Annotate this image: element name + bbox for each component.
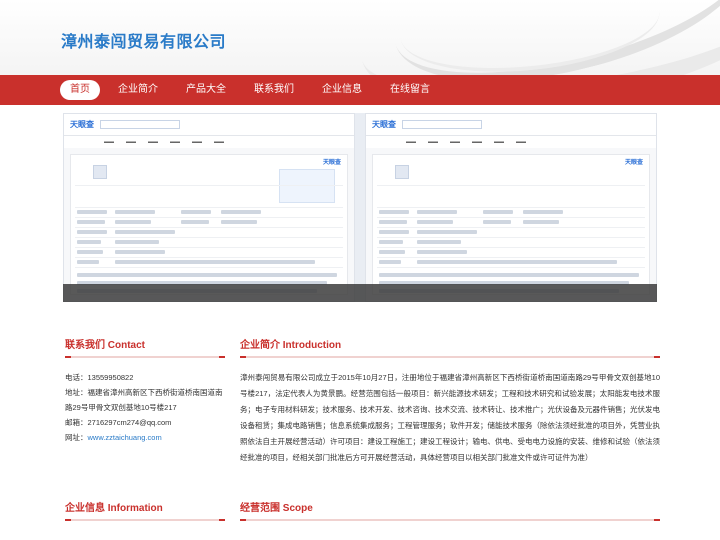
contact-heading: 联系我们 Contact — [65, 336, 225, 356]
screenshot-logo: 天眼查 — [70, 120, 94, 129]
screenshot-logo: 天眼查 — [372, 120, 396, 129]
info-heading-en: Information — [107, 503, 163, 514]
nav-item-contact[interactable]: 联系我们 — [244, 80, 304, 100]
screenshot-card: 天眼查 — [70, 154, 348, 295]
nav-item-home[interactable]: 首页 — [60, 80, 100, 100]
company-record-screenshot: 天眼查 ▬▬ ▬▬ ▬▬ ▬▬ ▬▬ ▬▬ 天眼查 — [63, 113, 355, 302]
contact-phone: 电话：13559950822 — [65, 373, 134, 382]
contact-heading-en: Contact — [107, 340, 146, 351]
info-heading: 企业信息 Information — [65, 499, 225, 519]
section-divider — [240, 356, 660, 358]
contact-website-label: 网址： — [65, 433, 88, 442]
screenshot-avatar — [395, 165, 409, 179]
contact-address: 地址：福建省漳州高新区下西桥街道桥南国道南路29号甲骨文双创基地10号楼217 — [65, 388, 223, 412]
screenshot-badge: 天眼查 — [624, 160, 643, 166]
nav-item-message[interactable]: 在线留言 — [380, 80, 440, 100]
screenshot-tabs: ▬▬ ▬▬ ▬▬ ▬▬ ▬▬ ▬▬ — [64, 136, 354, 148]
company-record-screenshot: 天眼查 ▬▬ ▬▬ ▬▬ ▬▬ ▬▬ ▬▬ 天眼查 — [365, 113, 657, 302]
screenshot-avatar — [93, 165, 107, 179]
nav-item-intro[interactable]: 企业简介 — [108, 80, 168, 100]
site-header: 漳州泰闯贸易有限公司 — [0, 0, 720, 75]
banner-image: 天眼查 ▬▬ ▬▬ ▬▬ ▬▬ ▬▬ ▬▬ 天眼查 天眼查 ▬▬ ▬▬ ▬▬ ▬… — [63, 113, 657, 302]
scope-heading: 经营范围 Scope — [240, 499, 660, 519]
intro-heading-en: Introduction — [282, 340, 342, 351]
section-divider — [240, 519, 660, 521]
screenshot-badge: 天眼查 — [322, 160, 341, 166]
info-heading-cn: 企业信息 — [65, 503, 105, 514]
main-nav: 首页 企业简介 产品大全 联系我们 企业信息 在线留言 — [0, 75, 720, 105]
nav-item-products[interactable]: 产品大全 — [176, 80, 236, 100]
section-divider — [65, 356, 225, 358]
contact-website-link[interactable]: www.zztaichuang.com — [88, 433, 162, 442]
screenshot-topbar: 天眼查 — [64, 114, 354, 136]
scope-heading-en: Scope — [282, 503, 313, 514]
contact-heading-cn: 联系我们 — [65, 340, 105, 351]
site-title[interactable]: 漳州泰闯贸易有限公司 — [61, 28, 226, 52]
intro-text: 漳州泰闯贸易有限公司成立于2015年10月27日，注册地位于福建省漳州高新区下西… — [240, 373, 660, 462]
info-section: 企业信息 Information — [65, 499, 225, 533]
scope-section: 经营范围 Scope — [240, 499, 660, 533]
contact-email: 邮箱：2716297cm274@qq.com — [65, 418, 172, 427]
contact-website-row: 网址：www.zztaichuang.com — [65, 430, 225, 445]
intro-section: 企业简介 Introduction 漳州泰闯贸易有限公司成立于2015年10月2… — [240, 336, 660, 466]
screenshot-graph — [279, 169, 335, 203]
intro-heading: 企业简介 Introduction — [240, 336, 660, 356]
screenshot-topbar: 天眼查 — [366, 114, 656, 136]
screenshot-search-box — [100, 120, 180, 129]
intro-heading-cn: 企业简介 — [240, 340, 280, 351]
screenshot-tabs: ▬▬ ▬▬ ▬▬ ▬▬ ▬▬ ▬▬ — [366, 136, 656, 148]
nav-item-info[interactable]: 企业信息 — [312, 80, 372, 100]
banner-caption-bar — [63, 284, 657, 302]
section-divider — [65, 519, 225, 521]
screenshot-card: 天眼查 — [372, 154, 650, 295]
contact-section: 联系我们 Contact 电话：13559950822 地址：福建省漳州高新区下… — [65, 336, 225, 445]
screenshot-search-box — [402, 120, 482, 129]
scope-heading-cn: 经营范围 — [240, 503, 280, 514]
